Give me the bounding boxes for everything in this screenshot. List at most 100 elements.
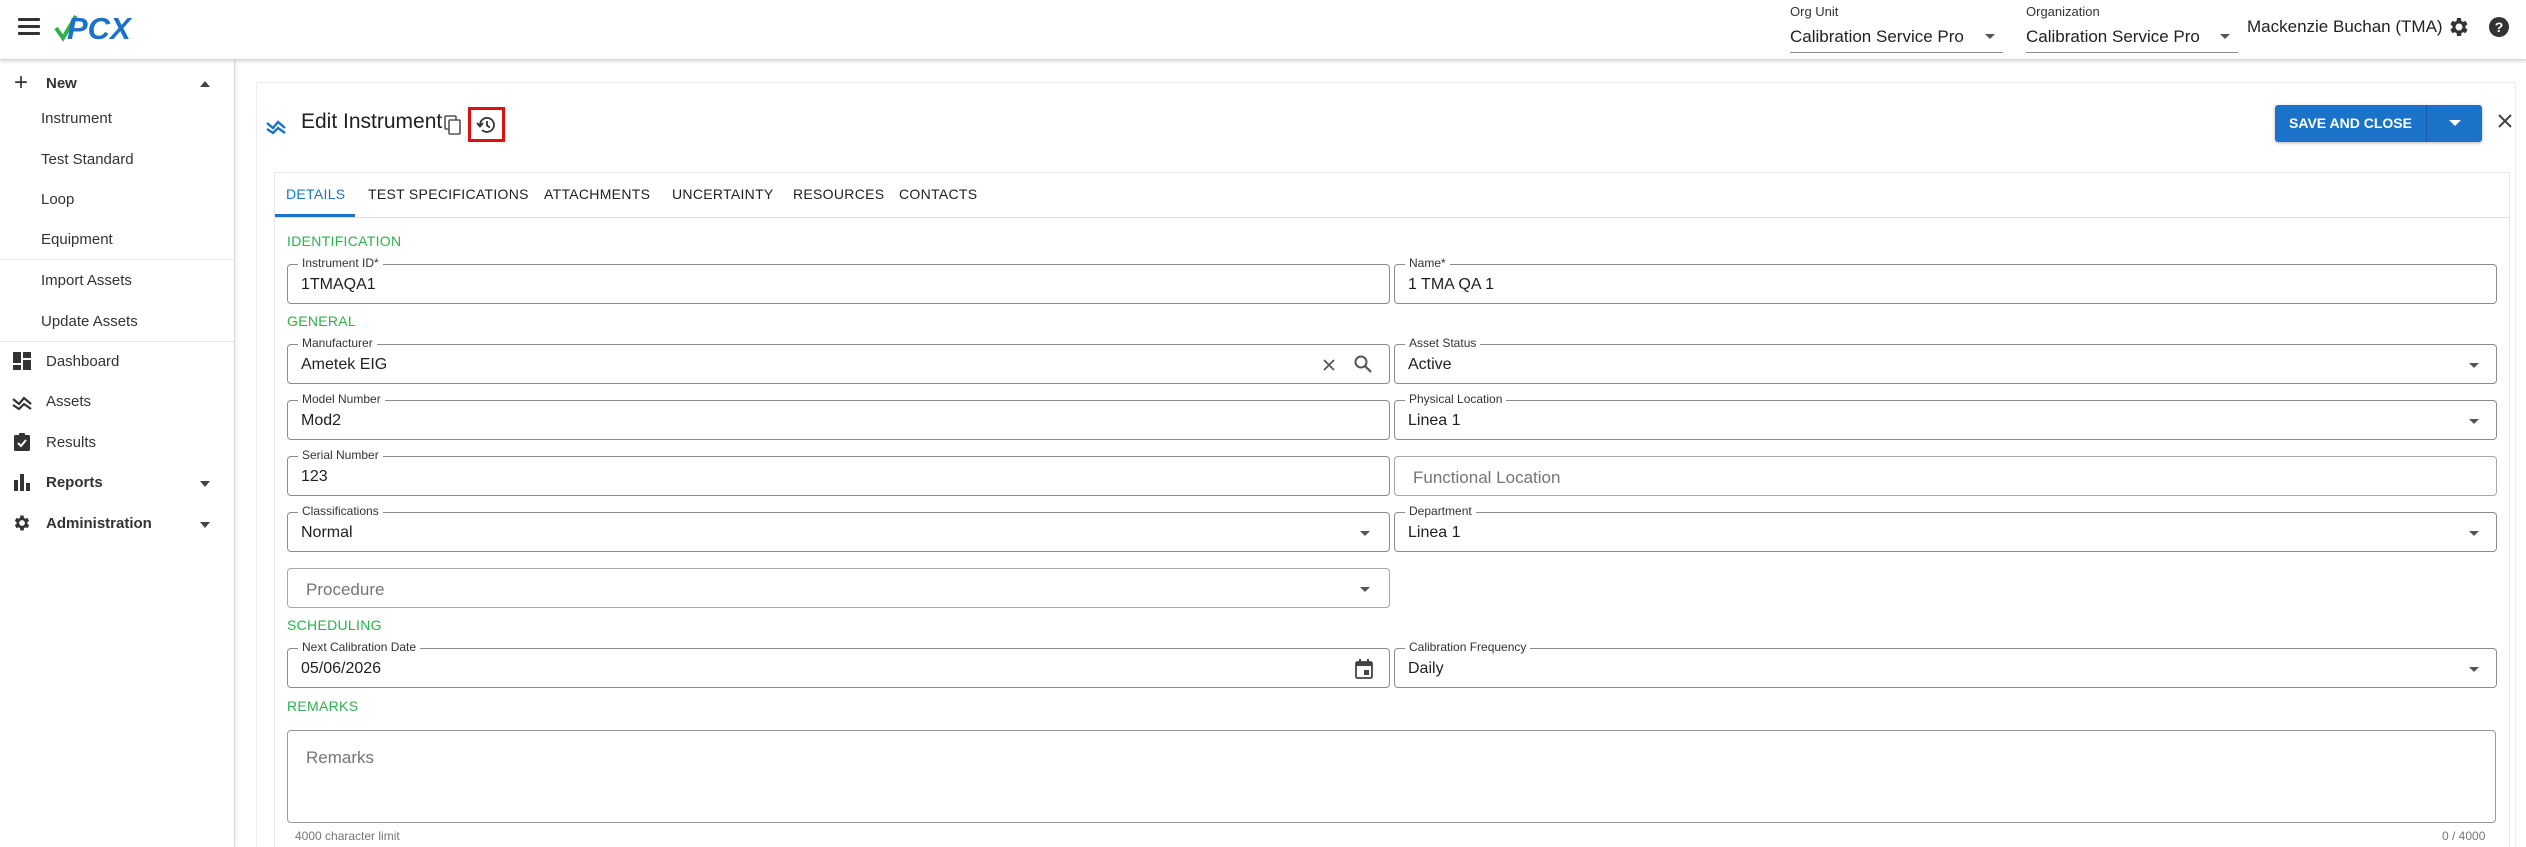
- sidebar-item-new[interactable]: + New: [0, 66, 234, 100]
- clear-icon[interactable]: [1320, 356, 1338, 374]
- user-name[interactable]: Mackenzie Buchan (TMA): [2247, 17, 2443, 37]
- pcx-logo[interactable]: PCX: [54, 10, 156, 44]
- section-scheduling: SCHEDULING: [287, 617, 382, 633]
- chevron-down-icon: [200, 522, 210, 528]
- close-icon[interactable]: [2495, 111, 2515, 131]
- field-value: 123: [301, 468, 328, 485]
- chevron-down-icon: [1360, 587, 1370, 592]
- field-label: Physical Location: [1405, 393, 1507, 406]
- section-general: GENERAL: [287, 313, 357, 329]
- sidebar-item-update-assets[interactable]: Update Assets: [41, 313, 138, 330]
- field-label: Model Number: [298, 393, 385, 406]
- procedure-select[interactable]: Procedure: [287, 568, 1390, 608]
- sidebar-item-label: Assets: [46, 393, 92, 410]
- next-calibration-date-field[interactable]: Next Calibration Date 05/06/2026: [287, 641, 1390, 688]
- field-label: Name*: [1405, 257, 1450, 270]
- tab-uncertainty[interactable]: UNCERTAINTY: [672, 186, 774, 202]
- org-unit-label: Org Unit: [1790, 4, 1839, 19]
- assets-icon: [266, 120, 286, 135]
- chevron-down-icon: [2469, 363, 2479, 368]
- history-icon[interactable]: [475, 114, 497, 136]
- field-value: 1 TMA QA 1: [1408, 276, 1494, 293]
- organization-value: Calibration Service Pro: [2026, 27, 2200, 46]
- tab-attachments[interactable]: ATTACHMENTS: [544, 186, 650, 202]
- top-app-bar: PCX Org Unit Calibration Service Pro Org…: [0, 0, 2526, 60]
- remarks-textarea[interactable]: Remarks: [287, 730, 2496, 823]
- field-label: Calibration Frequency: [1405, 641, 1531, 654]
- remarks-char-counter: 0 / 4000: [2442, 829, 2486, 843]
- field-value: Normal: [301, 524, 353, 541]
- gear-icon[interactable]: [2447, 15, 2471, 39]
- department-select[interactable]: Department Linea 1: [1394, 505, 2497, 552]
- svg-text:?: ?: [2495, 19, 2504, 35]
- tab-test-specifications[interactable]: TEST SPECIFICATIONS: [368, 186, 529, 202]
- physical-location-select[interactable]: Physical Location Linea 1: [1394, 393, 2497, 440]
- plus-icon: +: [14, 69, 29, 96]
- sidebar-item-label: Administration: [46, 515, 152, 532]
- section-remarks: REMARKS: [287, 698, 359, 714]
- page-title: Edit Instrument: [301, 110, 443, 133]
- save-options-dropdown[interactable]: [2427, 105, 2482, 142]
- chevron-down-icon: [2220, 34, 2230, 39]
- chevron-down-icon: [1360, 531, 1370, 536]
- sidebar-item-label: Results: [46, 434, 97, 451]
- field-placeholder: Procedure: [306, 580, 385, 599]
- tab-details[interactable]: DETAILS: [286, 186, 345, 202]
- calibration-frequency-select[interactable]: Calibration Frequency Daily: [1394, 641, 2497, 688]
- model-number-field[interactable]: Model Number Mod2: [287, 393, 1390, 440]
- calendar-icon[interactable]: [1354, 658, 1374, 680]
- chevron-down-icon: [200, 481, 210, 487]
- asset-status-select[interactable]: Asset Status Active: [1394, 337, 2497, 384]
- manufacturer-field[interactable]: Manufacturer Ametek EIG: [287, 337, 1390, 384]
- organization-select[interactable]: Organization Calibration Service Pro: [2026, 4, 2238, 53]
- name-field[interactable]: Name* 1 TMA QA 1: [1394, 257, 2497, 304]
- instrument-id-field[interactable]: Instrument ID* 1TMAQA1: [287, 257, 1390, 304]
- sidebar-item-test-standard[interactable]: Test Standard: [41, 151, 134, 168]
- assets-icon: [12, 396, 32, 411]
- field-label: Serial Number: [298, 449, 383, 462]
- chevron-down-icon: [2469, 531, 2479, 536]
- field-placeholder: Remarks: [306, 748, 375, 767]
- org-unit-select[interactable]: Org Unit Calibration Service Pro: [1790, 4, 2003, 53]
- sidebar: + New Instrument Test Standard Loop Equi…: [0, 60, 235, 847]
- active-tab-indicator: [275, 214, 355, 217]
- functional-location-field[interactable]: Functional Location: [1394, 456, 2497, 496]
- field-value: Active: [1408, 356, 1452, 373]
- bar-chart-icon: [14, 474, 30, 491]
- menu-icon[interactable]: [18, 18, 40, 36]
- copy-icon[interactable]: [444, 115, 462, 135]
- sidebar-item-results[interactable]: Results: [0, 428, 234, 458]
- chevron-up-icon: [200, 81, 210, 87]
- serial-number-field[interactable]: Serial Number 123: [287, 449, 1390, 496]
- tab-contacts[interactable]: CONTACTS: [899, 186, 977, 202]
- chevron-down-icon: [1985, 34, 1995, 39]
- field-label: Asset Status: [1405, 337, 1481, 350]
- gear-icon: [14, 515, 30, 531]
- sidebar-item-reports[interactable]: Reports: [0, 468, 234, 498]
- field-value: Linea 1: [1408, 524, 1461, 541]
- organization-label: Organization: [2026, 4, 2100, 19]
- field-placeholder: Functional Location: [1413, 468, 1561, 487]
- sidebar-item-loop[interactable]: Loop: [41, 191, 74, 208]
- field-value: Daily: [1408, 660, 1444, 677]
- sidebar-item-label: Dashboard: [46, 353, 120, 370]
- tab-resources[interactable]: RESOURCES: [793, 186, 884, 202]
- save-and-close-label: SAVE AND CLOSE: [2289, 115, 2412, 131]
- sidebar-item-dashboard[interactable]: Dashboard: [0, 347, 234, 377]
- field-label: Manufacturer: [298, 337, 377, 350]
- sidebar-item-administration[interactable]: Administration: [0, 509, 234, 539]
- sidebar-item-equipment[interactable]: Equipment: [41, 231, 113, 248]
- section-identification: IDENTIFICATION: [287, 233, 402, 249]
- sidebar-item-label: Reports: [46, 474, 103, 491]
- search-icon[interactable]: [1353, 354, 1373, 374]
- sidebar-item-assets[interactable]: Assets: [0, 387, 234, 417]
- sidebar-item-import-assets[interactable]: Import Assets: [41, 272, 132, 289]
- field-value: Ametek EIG: [301, 356, 388, 373]
- classifications-select[interactable]: Classifications Normal: [287, 505, 1390, 552]
- save-and-close-button[interactable]: SAVE AND CLOSE: [2275, 105, 2482, 142]
- sidebar-item-instrument[interactable]: Instrument: [41, 110, 112, 127]
- help-icon[interactable]: ?: [2487, 15, 2511, 39]
- field-label: Next Calibration Date: [298, 641, 421, 654]
- divider: [0, 341, 234, 342]
- field-value: Linea 1: [1408, 412, 1461, 429]
